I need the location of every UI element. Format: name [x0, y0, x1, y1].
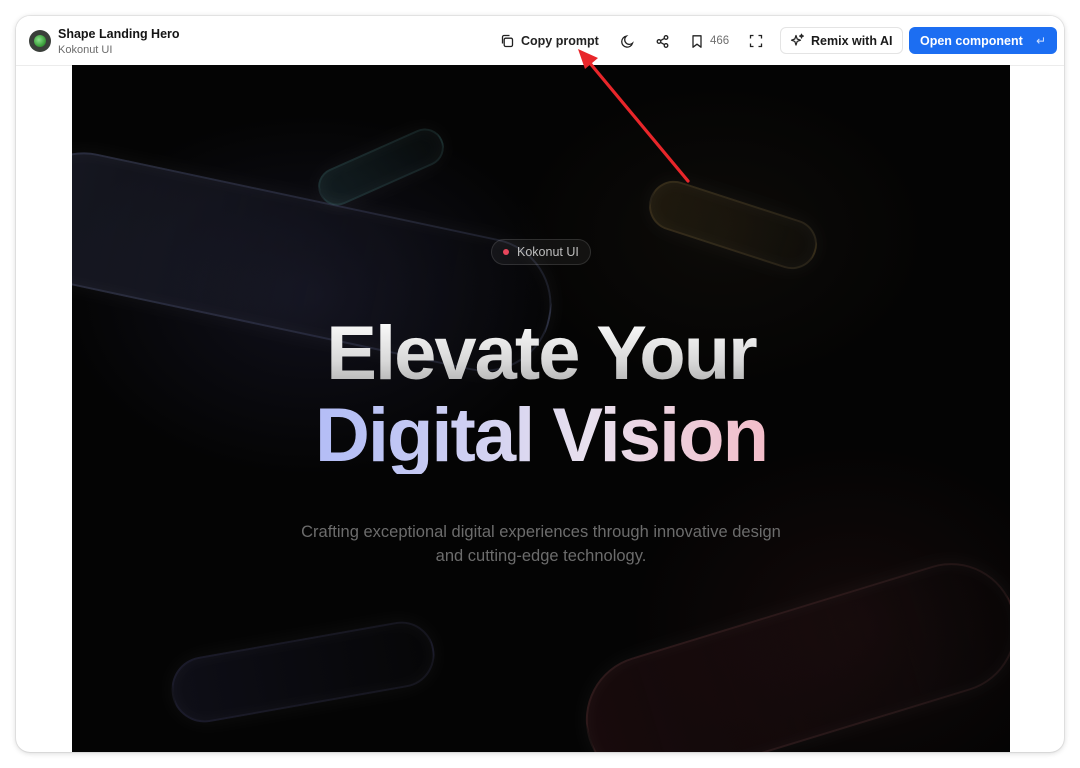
remix-with-ai-button[interactable]: Remix with AI	[780, 27, 903, 54]
share-button[interactable]	[655, 28, 670, 54]
bookmark-icon	[690, 34, 704, 49]
hero-preview: Kokonut UI Elevate Your Digital Vision C…	[72, 65, 1010, 752]
bookmark-count: 466	[710, 35, 730, 47]
hero-subtext: Crafting exceptional digital experiences…	[301, 523, 781, 565]
open-component-label: Open component	[920, 33, 1023, 48]
component-title: Shape Landing Hero	[58, 27, 180, 41]
enter-icon: ↵	[1035, 33, 1046, 48]
fullscreen-button[interactable]	[749, 28, 763, 54]
copy-prompt-label: Copy prompt	[521, 34, 599, 48]
moon-icon	[620, 34, 635, 49]
share-icon	[655, 34, 670, 49]
top-toolbar: Shape Landing Hero Kokonut UI Copy promp…	[16, 16, 1064, 66]
badge-text: Kokonut UI	[517, 245, 579, 259]
brand-logo-icon	[29, 30, 51, 52]
bookmark-button[interactable]: 466	[690, 28, 729, 54]
component-library-name: Kokonut UI	[58, 44, 113, 56]
sparkles-icon	[790, 33, 805, 48]
badge-dot-icon	[503, 249, 509, 255]
theme-toggle-button[interactable]	[620, 28, 635, 54]
fullscreen-icon	[749, 34, 763, 48]
remix-label: Remix with AI	[811, 33, 893, 48]
headline-line-1: Elevate Your	[72, 316, 1010, 392]
open-component-button[interactable]: Open component ↵	[909, 27, 1057, 54]
hero-badge: Kokonut UI	[491, 239, 591, 265]
headline-line-2: Digital Vision	[72, 398, 1010, 474]
browser-window: Shape Landing Hero Kokonut UI Copy promp…	[16, 16, 1064, 752]
copy-prompt-button[interactable]: Copy prompt	[500, 28, 599, 54]
copy-icon	[500, 34, 514, 48]
